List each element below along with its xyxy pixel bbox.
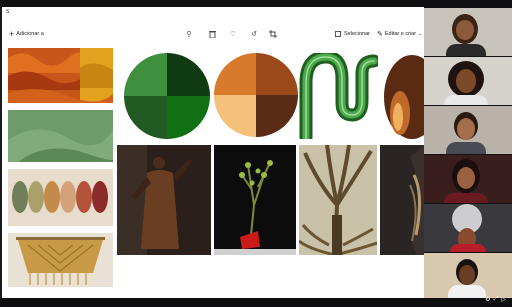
participant-tile-6[interactable]	[424, 252, 512, 298]
participant-shoulders	[444, 95, 488, 105]
rotate-icon[interactable]: ↺	[250, 30, 258, 38]
image-person-brown-dress[interactable]	[117, 145, 211, 255]
participant-face	[457, 167, 475, 189]
image-woven-lamp[interactable]	[380, 145, 424, 255]
image-grid	[2, 43, 424, 298]
taskbar	[0, 298, 512, 307]
participant-shoulders	[446, 142, 486, 154]
toolbar: + Adicionar a ⚲ ♡ ↺ Selecionar ✎ Editar …	[2, 27, 424, 41]
add-button[interactable]: + Adicionar a	[9, 27, 44, 41]
image-dark-orb[interactable]	[382, 53, 424, 141]
image-green-fabric[interactable]	[8, 110, 113, 162]
zoom-icon[interactable]: ⚲	[185, 30, 193, 38]
screen: { "app": { "title_partial": "S", "add_la…	[0, 0, 512, 307]
chevron-down-icon: ⌄	[418, 31, 423, 37]
plus-icon: +	[9, 29, 15, 39]
image-green-snake-shape[interactable]	[298, 53, 378, 139]
participant-shoulders	[444, 193, 488, 203]
expand-icon[interactable]: ⤢	[494, 296, 499, 303]
image-earth-palette-circle[interactable]	[214, 53, 298, 137]
participant-tile-5[interactable]	[424, 203, 512, 252]
image-green-palette-circle[interactable]	[124, 53, 210, 139]
volume-icon[interactable]: ▷	[501, 296, 506, 303]
participant-face	[459, 265, 475, 285]
participant-face	[457, 118, 475, 140]
select-button-label: Selecionar	[344, 31, 370, 37]
participant-shoulders	[450, 244, 486, 252]
participant-tile-2[interactable]	[424, 56, 512, 105]
participant-tile-1[interactable]	[424, 7, 512, 56]
edit-icon: ✎	[377, 31, 383, 38]
edit-create-label: Editar e criar	[384, 31, 417, 37]
participant-tile-3[interactable]	[424, 105, 512, 154]
participant-tile-4[interactable]	[424, 154, 512, 203]
image-orange-yarn[interactable]	[8, 48, 113, 103]
select-icon	[335, 31, 341, 37]
image-macrame[interactable]	[8, 233, 113, 287]
video-call-panel	[424, 7, 512, 298]
add-button-label: Adicionar a	[16, 31, 44, 37]
trash-icon[interactable]	[208, 30, 216, 38]
video-controls: ⚙ ⤢ ▷	[485, 296, 506, 303]
participant-shoulders	[446, 44, 486, 56]
participant-face	[456, 20, 474, 40]
crop-icon[interactable]	[269, 30, 277, 38]
participant-shoulders	[448, 285, 486, 298]
window-title: S	[6, 9, 10, 15]
select-button[interactable]: Selecionar	[335, 27, 370, 41]
photo-board-window: S + Adicionar a ⚲ ♡ ↺ Selecionar ✎ Edita…	[2, 7, 424, 298]
heart-icon[interactable]: ♡	[229, 30, 237, 38]
participant-face	[456, 69, 476, 93]
image-plant-red-vase[interactable]	[214, 145, 296, 255]
image-painted-leaves[interactable]	[8, 169, 113, 226]
settings-icon[interactable]: ⚙	[485, 296, 490, 303]
image-tree-roots[interactable]	[299, 145, 377, 255]
edit-create-button[interactable]: ✎ Editar e criar ⌄	[377, 27, 422, 41]
